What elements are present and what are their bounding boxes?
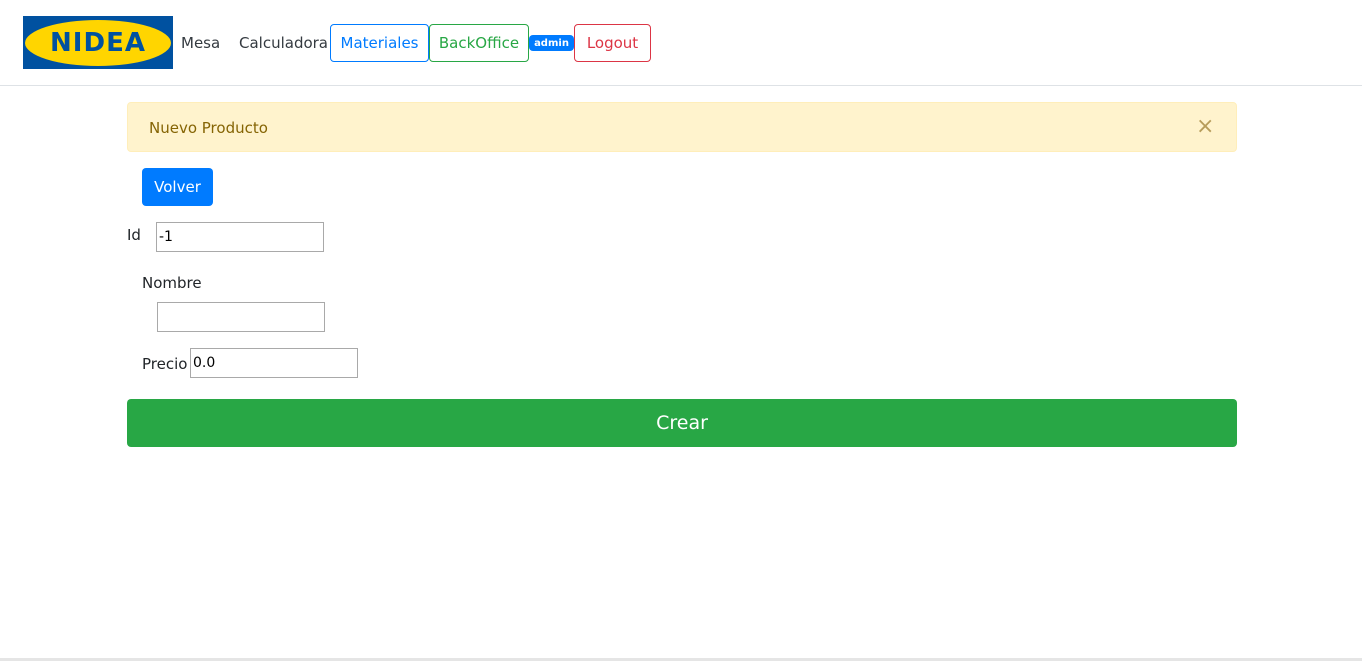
volver-button[interactable]: Volver <box>142 168 213 206</box>
logo-ellipse: NIDEA <box>25 19 171 66</box>
alert-message: Nuevo Producto <box>149 119 268 137</box>
close-icon[interactable]: × <box>1196 116 1214 138</box>
precio-field[interactable] <box>190 348 358 378</box>
navbar: NIDEA Mesa Calculadora Materiales BackOf… <box>0 0 1362 86</box>
id-label: Id <box>127 226 141 244</box>
id-field[interactable] <box>156 222 324 252</box>
materiales-button[interactable]: Materiales <box>330 24 429 62</box>
logo-text: NIDEA <box>50 27 146 58</box>
user-badge: admin <box>529 35 574 51</box>
precio-label: Precio <box>142 355 188 373</box>
nombre-field[interactable] <box>157 302 325 332</box>
nidea-logo[interactable]: NIDEA <box>23 16 173 69</box>
crear-button[interactable]: Crear <box>127 399 1237 447</box>
alert-nuevo-producto: Nuevo Producto × <box>127 102 1237 152</box>
backoffice-button[interactable]: BackOffice <box>429 24 529 62</box>
nombre-label: Nombre <box>142 274 202 292</box>
nav-link-mesa[interactable]: Mesa <box>181 34 220 52</box>
nav-link-calculadora[interactable]: Calculadora <box>239 34 328 52</box>
logout-button[interactable]: Logout <box>574 24 651 62</box>
